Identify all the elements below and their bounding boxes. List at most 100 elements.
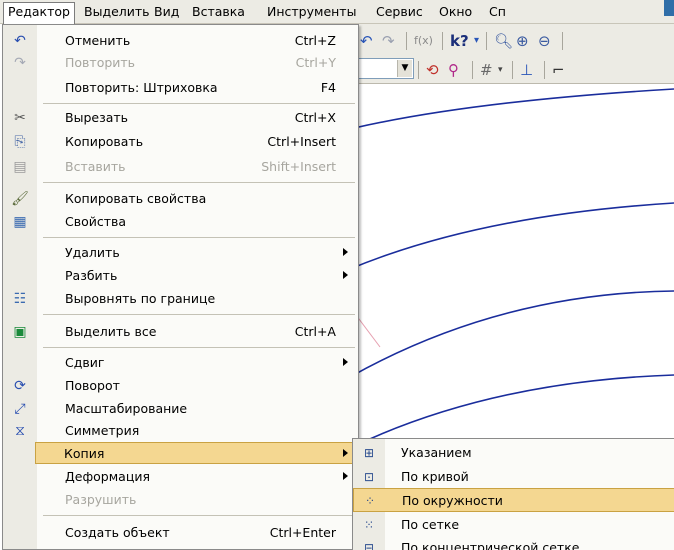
menu-item-deformation[interactable]: Деформация xyxy=(3,466,358,488)
menu-item-shortcut: F4 xyxy=(320,80,336,95)
toolbar-row-2: ▼ ⟲ ⚲ # ▾ ⊥ ⌐ xyxy=(350,55,674,83)
magnet-icon[interactable]: ⚲ xyxy=(448,60,459,80)
undo-icon: ↶ xyxy=(14,33,26,49)
zoom-in-icon[interactable]: ⊕ xyxy=(516,31,529,51)
toolbar-separator xyxy=(406,32,407,50)
menu-item-shortcut: Ctrl+Z xyxy=(294,33,336,48)
menu-item-shortcut: Shift+Insert xyxy=(261,159,336,174)
menu-separator xyxy=(43,237,355,238)
menu-separator xyxy=(43,515,355,516)
menu-editor[interactable]: Редактор xyxy=(3,2,75,24)
window-corner-accent xyxy=(664,0,674,16)
toolbar-separator xyxy=(442,32,443,50)
help-pointer-icon[interactable]: k? xyxy=(450,31,469,51)
menu-item-repeat-hatch[interactable]: Повторить: Штриховка F4 xyxy=(3,77,358,99)
menu-item-copy-array[interactable]: Копия xyxy=(35,442,358,464)
menu-item-copy-properties[interactable]: 🖌︎ Копировать свойства xyxy=(3,188,358,210)
menu-item-select-all[interactable]: ▣ Выделить все Ctrl+A xyxy=(3,321,358,343)
corner-icon[interactable]: ⌐ xyxy=(552,60,565,80)
menu-item-shortcut: Ctrl+Y xyxy=(295,55,336,70)
submenu-item-by-concentric-grid[interactable]: ⊟ По концентрической сетке xyxy=(353,536,674,550)
submenu-item-label: По концентрической сетке xyxy=(401,540,580,550)
copy-circle-icon: ⁘ xyxy=(364,494,376,508)
submenu-arrow-icon xyxy=(343,449,348,457)
menu-window[interactable]: Окно xyxy=(435,3,476,21)
copy-grid-icon: ⁙ xyxy=(363,518,375,532)
menu-item-label: Повторить xyxy=(65,55,136,70)
undo-toolbar-icon[interactable]: ↶ xyxy=(360,31,373,51)
menu-help-partial[interactable]: Сп xyxy=(485,3,510,21)
snap-icon[interactable]: ⟲ xyxy=(426,60,439,80)
submenu-arrow-icon xyxy=(343,248,348,256)
zoom-out-icon[interactable]: ⊖ xyxy=(538,31,551,51)
copy-curve-icon: ⊡ xyxy=(363,470,375,484)
submenu-item-by-grid[interactable]: ⁙ По сетке xyxy=(353,513,674,537)
menu-item-redo[interactable]: ↷ Повторить Ctrl+Y xyxy=(3,52,358,74)
menu-item-label: Выделить все xyxy=(65,324,157,339)
menu-insert[interactable]: Вставка xyxy=(188,3,249,21)
menu-item-explode[interactable]: Разрушить xyxy=(3,489,358,511)
menu-item-label: Повторить: Штриховка xyxy=(65,80,218,95)
menu-item-undo[interactable]: ↶ Отменить Ctrl+Z xyxy=(3,30,358,52)
menu-item-symmetry[interactable]: ⧖ Симметрия xyxy=(3,420,358,442)
select-all-icon: ▣ xyxy=(13,324,27,340)
submenu-item-by-point[interactable]: ⊞ Указанием xyxy=(353,441,674,465)
menu-service[interactable]: Сервис xyxy=(372,3,427,21)
menu-item-properties[interactable]: ▦ Свойства xyxy=(3,211,358,233)
menu-item-label: Симметрия xyxy=(65,423,140,438)
menu-item-label: Копировать xyxy=(65,134,144,149)
menu-separator xyxy=(43,182,355,183)
ortho-icon[interactable]: ⊥ xyxy=(520,60,533,80)
zoom-icon[interactable]: 🔍︎ xyxy=(494,31,513,51)
menu-item-label: Разбить xyxy=(65,268,118,283)
brush-icon: 🖌︎ xyxy=(11,191,29,207)
submenu-item-label: По окружности xyxy=(402,493,503,508)
arc-1 xyxy=(350,88,674,130)
copy-icon: ⎘ xyxy=(14,134,26,150)
toolbar-separator xyxy=(486,32,487,50)
submenu-item-by-circle[interactable]: ⁘ По окружности xyxy=(353,488,674,512)
redo-toolbar-icon[interactable]: ↷ xyxy=(382,31,395,51)
menu-item-cut[interactable]: ✂ Вырезать Ctrl+X xyxy=(3,107,358,129)
menu-bar: Редактор Выделить Вид Вставка Инструмент… xyxy=(0,0,674,24)
scale-icon: ⤢ xyxy=(14,401,26,417)
copy-submenu: ⊞ Указанием ⊡ По кривой ⁘ По окружности … xyxy=(352,438,674,550)
menu-item-align-border[interactable]: ☷ Выровнять по границе xyxy=(3,288,358,310)
menu-item-create-object[interactable]: Создать объект Ctrl+Enter xyxy=(3,522,358,544)
menu-tools[interactable]: Инструменты xyxy=(263,3,360,21)
menu-item-paste[interactable]: ▤ Вставить Shift+Insert xyxy=(3,156,358,178)
toolbar-row-1: ↶ ↷ f(x) k? ▾ 🔍︎ ⊕ ⊖ xyxy=(350,26,674,54)
submenu-arrow-icon xyxy=(343,271,348,279)
menu-item-shortcut: Ctrl+X xyxy=(294,110,336,125)
toolbar-separator xyxy=(512,61,513,79)
submenu-item-label: Указанием xyxy=(401,445,472,460)
toolbar: ↶ ↷ f(x) k? ▾ 🔍︎ ⊕ ⊖ ▼ ⟲ ⚲ # ▾ ⊥ ⌐ xyxy=(350,24,674,84)
menu-select[interactable]: Выделить xyxy=(80,3,154,21)
menu-item-delete[interactable]: Удалить xyxy=(3,242,358,264)
chevron-down-icon[interactable]: ▼ xyxy=(397,60,412,77)
grid-icon[interactable]: # xyxy=(480,60,493,80)
menu-item-label: Деформация xyxy=(65,469,150,484)
fx-button[interactable]: f(x) xyxy=(414,31,433,51)
menu-item-rotate[interactable]: ⟳ Поворот xyxy=(3,375,358,397)
menu-item-shortcut: Ctrl+A xyxy=(294,324,336,339)
menu-item-shift[interactable]: Сдвиг xyxy=(3,352,358,374)
submenu-item-by-curve[interactable]: ⊡ По кривой xyxy=(353,465,674,489)
chevron-down-icon[interactable]: ▾ xyxy=(498,60,503,80)
copy-concentric-icon: ⊟ xyxy=(363,541,375,550)
menu-item-split[interactable]: Разбить xyxy=(3,265,358,287)
menu-view[interactable]: Вид xyxy=(150,3,183,21)
menu-item-label: Сдвиг xyxy=(65,355,105,370)
style-combo[interactable]: ▼ xyxy=(352,58,414,79)
menu-item-label: Создать объект xyxy=(65,525,170,540)
menu-item-shortcut: Ctrl+Insert xyxy=(267,134,336,149)
menu-item-label: Вырезать xyxy=(65,110,129,125)
menu-item-label: Копия xyxy=(64,446,105,461)
scissors-icon: ✂ xyxy=(14,110,26,126)
menu-item-label: Вставить xyxy=(65,159,126,174)
dropdown-arrow-icon[interactable]: ▾ xyxy=(474,31,479,51)
menu-item-scale[interactable]: ⤢ Масштабирование xyxy=(3,398,358,420)
menu-item-label: Отменить xyxy=(65,33,131,48)
menu-item-label: Поворот xyxy=(65,378,120,393)
menu-item-copy[interactable]: ⎘ Копировать Ctrl+Insert xyxy=(3,131,358,153)
